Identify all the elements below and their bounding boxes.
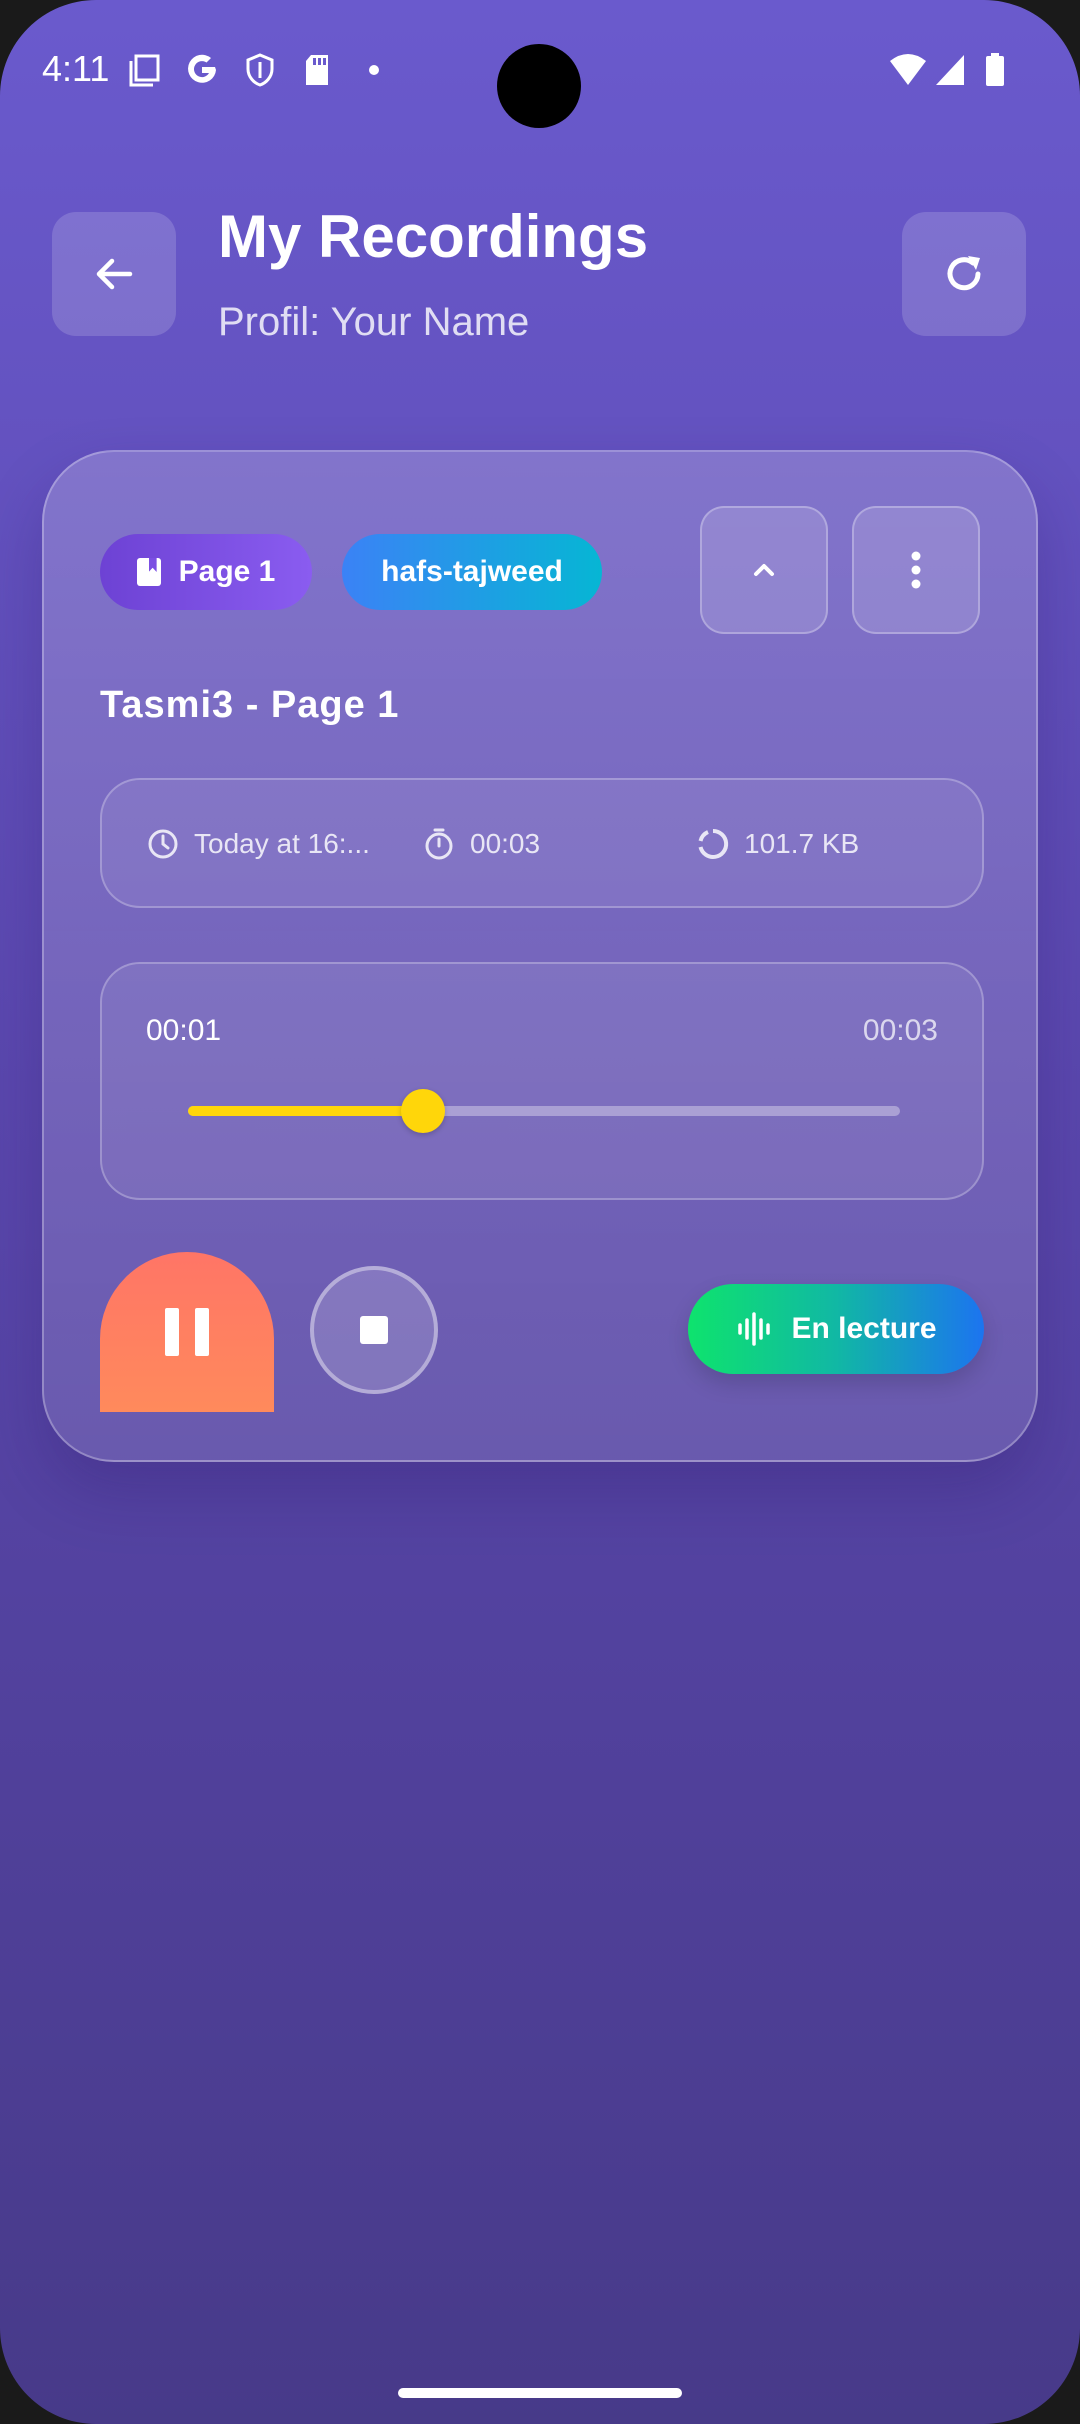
recording-title: Tasmi3 - Page 1: [100, 684, 400, 726]
dot-icon: [369, 65, 379, 75]
stop-icon: [360, 1316, 388, 1344]
recording-card: Page 1 hafs-tajweed Tasmi3 - Page 1 Toda…: [42, 450, 1038, 1462]
screen: 4:11 My Recordings Profil: Your Name Pag…: [0, 0, 1080, 2424]
status-bar: 4:11: [0, 0, 1080, 140]
progress-thumb[interactable]: [400, 1089, 445, 1133]
page-tag-label: Page 1: [178, 555, 276, 588]
home-indicator[interactable]: [398, 2388, 682, 2398]
status-time: 4:11: [42, 48, 110, 89]
google-icon: [188, 54, 216, 83]
page-tag: Page 1: [100, 534, 312, 610]
sd-card-icon: [306, 55, 328, 85]
pause-icon: [165, 1308, 179, 1356]
back-button[interactable]: [52, 212, 176, 336]
recording-size: 101.7 KB: [696, 826, 859, 862]
shield-icon: [246, 53, 274, 87]
wifi-icon: [890, 54, 926, 85]
profile-subtitle: Profil: Your Name: [218, 300, 530, 344]
recording-duration-text: 00:03: [470, 828, 541, 859]
screenshot-icon: [129, 54, 160, 87]
recording-date: Today at 16:...: [146, 826, 370, 862]
current-time: 00:01: [146, 1014, 222, 1047]
storage-icon: [698, 828, 729, 859]
recording-info-row: Today at 16:... 00:03 101.7 KB: [100, 778, 984, 908]
signal-icon: [936, 55, 964, 85]
page-title: My Recordings: [218, 203, 649, 270]
progress-fill: [188, 1106, 423, 1116]
collapse-button[interactable]: [700, 506, 828, 634]
waveform-icon: [738, 1312, 771, 1346]
stop-button[interactable]: [310, 1266, 438, 1394]
riwaya-tag-label: hafs-tajweed: [381, 555, 563, 588]
refresh-button[interactable]: [902, 212, 1026, 336]
book-icon: [136, 558, 161, 586]
audio-player: 00:01 00:03: [100, 962, 984, 1200]
camera-cutout: [497, 44, 581, 128]
recording-size-text: 101.7 KB: [744, 828, 860, 859]
progress-slider[interactable]: [188, 1089, 900, 1133]
recording-date-text: Today at 16:...: [194, 828, 370, 859]
more-vertical-icon: [911, 551, 921, 589]
recording-duration: 00:03: [422, 826, 540, 862]
clock-icon: [148, 829, 178, 859]
battery-icon: [986, 53, 1004, 86]
pause-button[interactable]: [100, 1252, 274, 1412]
playback-status-badge: En lecture: [688, 1284, 984, 1374]
riwaya-tag: hafs-tajweed: [342, 534, 602, 610]
chevron-up-icon: [754, 564, 774, 576]
timer-icon: [425, 828, 453, 860]
arrow-left-icon: [96, 258, 133, 290]
playback-status-label: En lecture: [791, 1312, 937, 1345]
refresh-icon: [947, 256, 981, 291]
more-options-button[interactable]: [852, 506, 980, 634]
total-time: 00:03: [862, 1014, 938, 1047]
